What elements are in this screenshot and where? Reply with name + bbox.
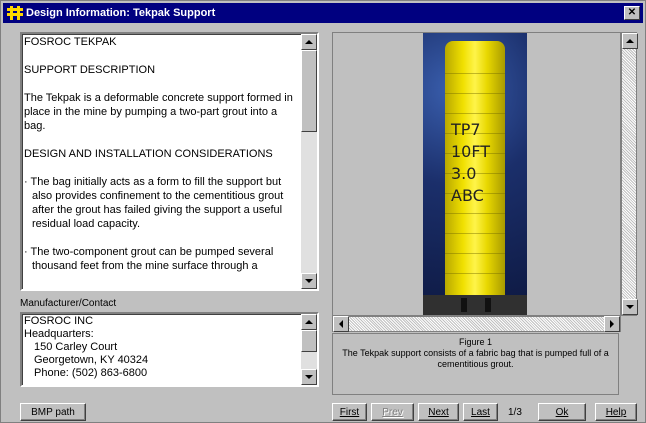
tekpak-photo: TP7 10FT 3.0 ABC xyxy=(423,33,527,315)
arrow-down-icon xyxy=(305,279,313,283)
scroll-left-button[interactable] xyxy=(333,316,349,332)
support-heading: SUPPORT DESCRIPTION xyxy=(24,64,156,76)
last-button[interactable]: Last xyxy=(463,403,498,421)
arrow-down-icon xyxy=(305,375,313,379)
app-icon xyxy=(7,6,23,20)
scroll-up-button[interactable] xyxy=(301,34,317,50)
figure-caption: The Tekpak support consists of a fabric … xyxy=(342,348,609,369)
design-bullet: · The bag initially acts as a form to fi… xyxy=(24,176,284,230)
manufacturer-line: FOSROC INC xyxy=(24,315,94,327)
page-indicator: 1/3 xyxy=(508,407,522,418)
description-textbox[interactable]: FOSROC TEKPAK SUPPORT DESCRIPTION The Te… xyxy=(20,32,319,291)
prev-button[interactable]: Prev xyxy=(371,403,414,421)
image-panel: TP7 10FT 3.0 ABC xyxy=(332,32,621,316)
marking-line: ABC xyxy=(451,186,484,205)
arrow-up-icon xyxy=(626,39,634,43)
design-heading: DESIGN AND INSTALLATION CONSIDERATIONS xyxy=(24,148,273,160)
title-bar[interactable]: Design Information: Tekpak Support ✕ xyxy=(3,3,643,23)
scroll-down-button[interactable] xyxy=(301,273,317,289)
company-name: FOSROC TEKPAK xyxy=(24,36,117,48)
manufacturer-textbox[interactable]: FOSROC INC Headquarters: 150 Carley Cour… xyxy=(20,312,319,387)
marking-line: 3.0 xyxy=(451,164,477,183)
manufacturer-scrollbar[interactable] xyxy=(301,314,317,385)
figure-number: Figure 1 xyxy=(458,337,493,347)
scroll-thumb[interactable] xyxy=(301,330,317,352)
manufacturer-line: Georgetown, KY 40324 xyxy=(34,354,149,366)
help-button[interactable]: Help xyxy=(595,403,637,421)
scroll-thumb[interactable] xyxy=(301,50,317,132)
next-button[interactable]: Next xyxy=(418,403,459,421)
marking-line: TP7 xyxy=(451,120,481,139)
manufacturer-label: Manufacturer/Contact xyxy=(20,298,117,309)
description-scrollbar[interactable] xyxy=(301,34,317,289)
scroll-right-button[interactable] xyxy=(604,316,620,332)
scroll-down-button[interactable] xyxy=(301,369,317,385)
manufacturer-line: Headquarters: xyxy=(24,328,94,340)
manufacturer-line: Phone: (502) 863-6800 xyxy=(34,367,148,379)
window-title: Design Information: Tekpak Support xyxy=(26,7,216,19)
arrow-right-icon xyxy=(610,320,614,328)
ok-button[interactable]: Ok xyxy=(538,403,586,421)
arrow-up-icon xyxy=(305,320,313,324)
arrow-up-icon xyxy=(305,40,313,44)
close-icon: ✕ xyxy=(627,7,637,18)
arrow-down-icon xyxy=(626,305,634,309)
manufacturer-content: FOSROC INC Headquarters: 150 Carley Cour… xyxy=(24,315,299,385)
close-button[interactable]: ✕ xyxy=(624,6,640,20)
scroll-down-button[interactable] xyxy=(622,299,638,315)
support-markings: TP7 10FT 3.0 ABC xyxy=(451,119,507,207)
marking-line: 10FT xyxy=(451,142,491,161)
figure-caption-box: Figure 1 The Tekpak support consists of … xyxy=(332,333,619,395)
bmp-path-button[interactable]: BMP path xyxy=(20,403,86,421)
support-text: The Tekpak is a deformable concrete supp… xyxy=(24,92,293,132)
description-content: FOSROC TEKPAK SUPPORT DESCRIPTION The Te… xyxy=(24,35,299,289)
design-info-window: Design Information: Tekpak Support ✕ FOS… xyxy=(0,0,646,423)
image-hscrollbar[interactable] xyxy=(332,316,621,332)
manufacturer-line: 150 Carley Court xyxy=(34,341,118,353)
scroll-up-button[interactable] xyxy=(301,314,317,330)
image-vscrollbar[interactable] xyxy=(621,32,638,316)
first-button[interactable]: First xyxy=(332,403,367,421)
arrow-left-icon xyxy=(339,320,343,328)
scroll-up-button[interactable] xyxy=(622,33,638,49)
design-bullet: · The two-component grout can be pumped … xyxy=(24,246,274,272)
